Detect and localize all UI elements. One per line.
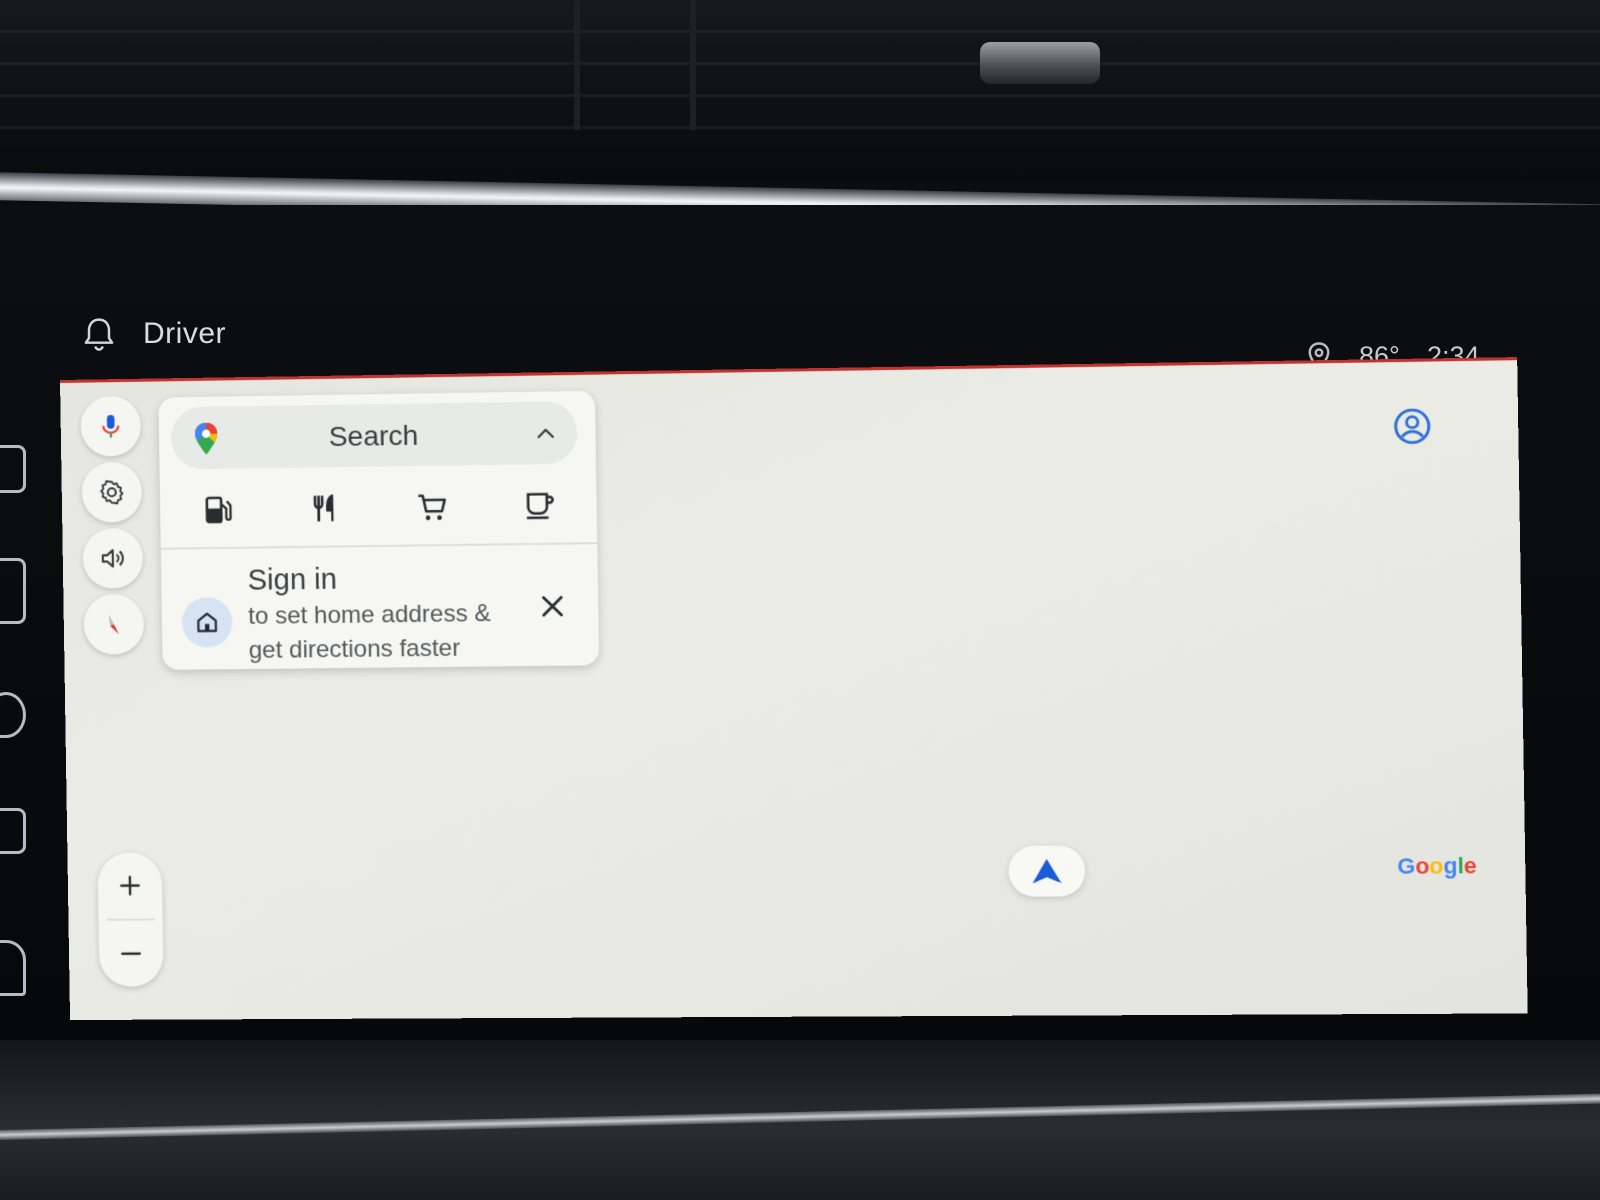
- dock-app-icon[interactable]: [0, 558, 26, 624]
- vent-slat: [0, 94, 1600, 97]
- zoom-divider: [106, 918, 155, 921]
- profile-name[interactable]: Driver: [143, 317, 226, 351]
- zoom-out-button[interactable]: [99, 922, 164, 984]
- vent-knob: [980, 42, 1100, 84]
- search-bar[interactable]: Search: [170, 401, 578, 470]
- speaker-icon: [101, 548, 124, 568]
- bell-icon[interactable]: [80, 315, 118, 355]
- gear-icon: [100, 479, 124, 504]
- map-screen[interactable]: Search Sign in to set home address & get…: [60, 357, 1528, 1021]
- logo-letter: g: [1443, 852, 1458, 879]
- dock-app-icon[interactable]: [0, 445, 26, 493]
- sign-in-description-line-2: get directions faster: [248, 634, 461, 665]
- dock-app-icon[interactable]: [0, 808, 26, 854]
- groceries-button[interactable]: [401, 479, 463, 534]
- sign-in-description-line-1: to set home address &: [248, 599, 492, 630]
- grocery-cart-icon: [415, 490, 450, 521]
- close-icon[interactable]: [537, 591, 568, 622]
- card-divider: [160, 542, 598, 550]
- search-card: Search Sign in to set home address & get…: [158, 390, 600, 670]
- vent-slat: [0, 30, 1600, 33]
- microphone-icon: [102, 414, 120, 438]
- account-icon[interactable]: [1392, 407, 1432, 446]
- plus-icon: [117, 872, 143, 898]
- logo-letter: o: [1415, 853, 1430, 879]
- category-shortcuts: [160, 472, 598, 544]
- restaurant-icon: [308, 491, 343, 526]
- home-icon: [194, 609, 221, 635]
- home-badge: [181, 596, 233, 648]
- zoom-control: [97, 852, 164, 987]
- coffee-icon: [522, 488, 557, 523]
- gas-stations-button[interactable]: [188, 482, 249, 537]
- dock-app-icon[interactable]: [0, 940, 26, 996]
- google-attribution: Google: [1397, 853, 1477, 880]
- gas-station-icon: [201, 493, 236, 528]
- chevron-up-icon[interactable]: [534, 424, 557, 442]
- sign-in-title[interactable]: Sign in: [247, 564, 337, 598]
- restaurants-button[interactable]: [294, 481, 355, 536]
- vent-divider: [690, 0, 696, 130]
- sound-button[interactable]: [82, 527, 144, 589]
- recenter-button[interactable]: [1008, 845, 1086, 897]
- compass-button[interactable]: [83, 594, 145, 655]
- coffee-button[interactable]: [509, 478, 571, 533]
- vent-divider: [574, 0, 580, 130]
- vent-slat: [0, 126, 1600, 129]
- logo-letter: G: [1397, 853, 1416, 879]
- logo-letter: e: [1463, 852, 1478, 879]
- dashboard-air-vent: [0, 0, 1600, 180]
- minus-icon: [118, 941, 144, 967]
- settings-button[interactable]: [81, 461, 143, 523]
- compass-icon: [108, 613, 119, 634]
- vent-slat: [0, 62, 1600, 65]
- search-label: Search: [328, 419, 419, 453]
- zoom-in-button[interactable]: [97, 854, 162, 917]
- navigation-arrow-icon: [1032, 858, 1062, 884]
- voice-search-button[interactable]: [80, 395, 142, 457]
- logo-letter: o: [1429, 852, 1444, 879]
